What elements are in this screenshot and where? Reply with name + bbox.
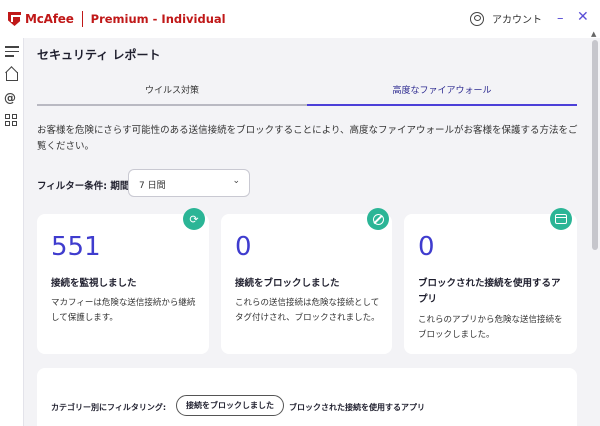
- menu-icon[interactable]: [5, 46, 19, 60]
- account-icon: [470, 11, 484, 26]
- minimize-button[interactable]: –: [557, 11, 564, 26]
- chevron-down-icon: ⌄: [232, 176, 240, 186]
- stat-value: 0: [418, 232, 435, 262]
- mcafee-shield-icon: [8, 12, 21, 26]
- filter-label: フィルター条件: 期間: [37, 181, 130, 192]
- scroll-up-arrow[interactable]: ▲: [591, 30, 596, 38]
- period-select[interactable]: 7 日間 ⌄: [128, 169, 250, 197]
- page-description: お客様を危険にさらす可能性のある送信接続をブロックすることにより、高度なファイア…: [37, 125, 578, 152]
- refresh-icon: ⟳: [183, 208, 205, 230]
- stat-description: これらの送信接続は危険な接続としてタグ付けされ、ブロックされました。: [235, 298, 380, 323]
- stat-card-apps: 0 ブロックされた接続を使用するアプリ これらのアプリから危険な送信接続をブロッ…: [404, 208, 577, 354]
- stat-title: 接続を監視しました: [51, 278, 137, 289]
- stat-card-monitored: ⟳ 551 接続を監視しました マカフィーは危険な送信接続から継続して保護します…: [37, 208, 209, 354]
- stat-description: マカフィーは危険な送信接続から継続して保護します。: [51, 298, 196, 323]
- filter-chip-blocked-connections[interactable]: 接続をブロックしました: [176, 395, 284, 416]
- period-select-value: 7 日間: [139, 181, 166, 191]
- tab-antivirus[interactable]: ウイルス対策: [37, 84, 307, 106]
- page-title: セキュリティ レポート: [37, 48, 161, 62]
- filter-chip-apps[interactable]: ブロックされた接続を使用するアプリ: [289, 402, 425, 413]
- stat-value: 551: [51, 232, 101, 262]
- report-tabs: ウイルス対策 高度なファイアウォール: [37, 84, 577, 106]
- tab-advanced-firewall[interactable]: 高度なファイアウォール: [307, 84, 577, 106]
- account-button[interactable]: アカウント: [470, 11, 542, 26]
- stat-title: 接続をブロックしました: [235, 278, 340, 289]
- home-icon[interactable]: [5, 68, 19, 82]
- apps-grid-icon[interactable]: [5, 114, 19, 128]
- mcafee-logo: McAfee: [8, 12, 74, 26]
- stat-card-blocked: 0 接続をブロックしました これらの送信接続は危険な接続としてタグ付けされ、ブロ…: [221, 208, 392, 354]
- app-window-icon: [550, 208, 572, 230]
- identity-icon[interactable]: @: [4, 91, 18, 105]
- close-button[interactable]: ✕: [577, 9, 589, 25]
- brand-name: McAfee: [25, 12, 74, 26]
- stat-title: ブロックされた接続を使用するアプリ: [418, 278, 561, 305]
- stat-value: 0: [235, 232, 252, 262]
- title-separator: [81, 11, 83, 27]
- title-bar: McAfee Premium - Individual アカウント – ✕: [0, 0, 600, 38]
- product-name: Premium - Individual: [90, 12, 226, 26]
- stat-description: これらのアプリから危険な送信接続をブロックしました。: [418, 315, 563, 340]
- category-filter-label: カテゴリー別にフィルタリング:: [51, 403, 167, 412]
- scrollbar-thumb[interactable]: [592, 40, 598, 250]
- left-nav-rail: @: [0, 38, 24, 426]
- account-label: アカウント: [492, 15, 542, 26]
- block-icon: [367, 208, 389, 230]
- category-filter-panel: カテゴリー別にフィルタリング: 接続をブロックしました ブロックされた接続を使用…: [37, 368, 577, 426]
